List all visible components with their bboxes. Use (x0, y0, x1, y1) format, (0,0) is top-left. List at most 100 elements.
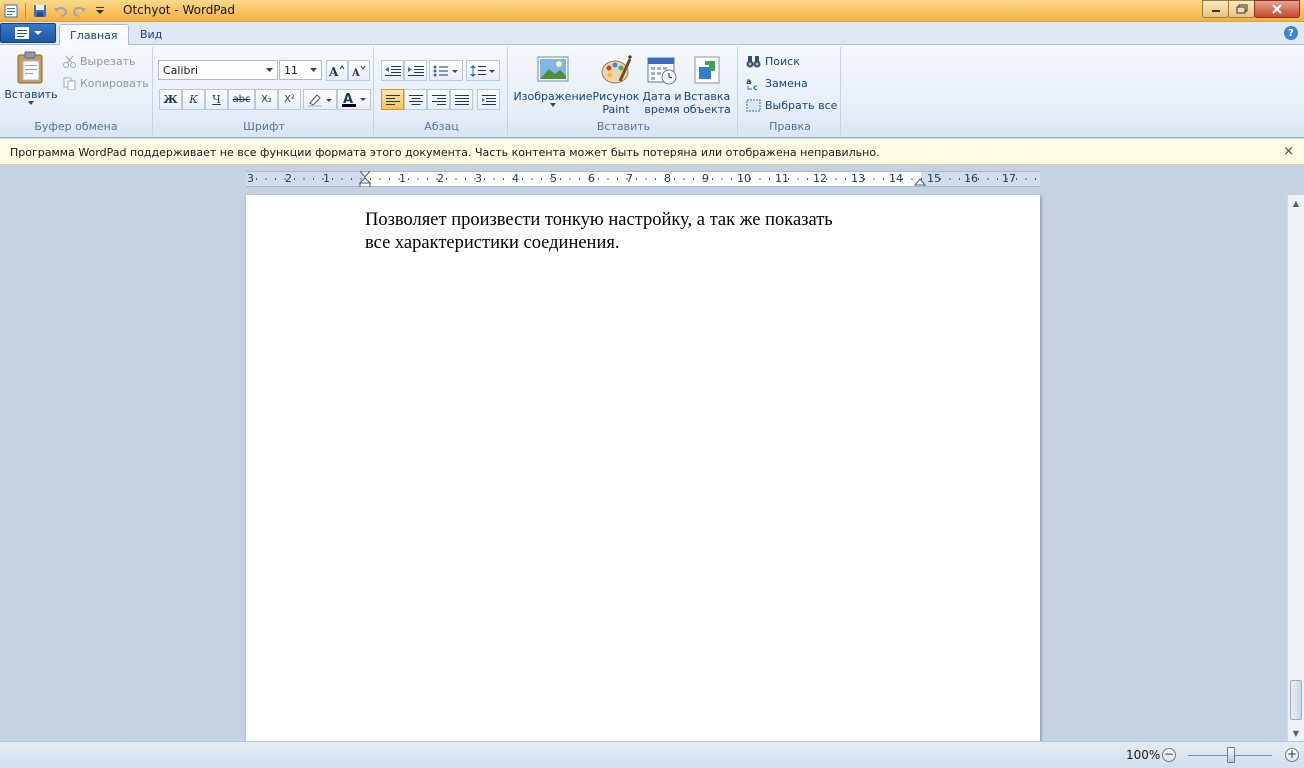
superscript-button[interactable]: X² (278, 89, 301, 110)
ruler[interactable]: 3 2 1 1 2 3 4 5 6 7 8 9 10 11 12 13 14 1… (246, 171, 1040, 187)
increase-indent-button[interactable] (404, 60, 427, 81)
zoom-slider-thumb[interactable] (1227, 747, 1235, 763)
scroll-down-icon[interactable]: ▼ (1288, 725, 1304, 741)
ruler-dot (1025, 178, 1027, 180)
tab-view[interactable]: Вид (130, 24, 172, 46)
ruler-dot (522, 178, 523, 180)
underline-button[interactable]: Ч (205, 89, 228, 110)
restore-icon (1236, 4, 1247, 14)
cut-button[interactable]: Вырезать (63, 55, 135, 68)
copy-button[interactable]: Копировать (63, 77, 149, 90)
clipboard-group: Вставить Вырезать Копировать Буфер обмен… (0, 47, 153, 135)
insert-picture-button[interactable]: Изображение (513, 55, 593, 107)
shrink-font-icon: A (351, 65, 366, 77)
ruler-label: 1 (323, 172, 330, 185)
bullets-button[interactable] (429, 60, 463, 81)
ruler-label: 17 (1002, 172, 1016, 185)
highlight-color-button[interactable] (303, 89, 337, 110)
ruler-dot (427, 178, 428, 180)
grow-font-button[interactable]: A (326, 60, 348, 81)
align-right-button[interactable] (427, 89, 450, 110)
italic-button[interactable]: К (182, 89, 205, 110)
align-left-button[interactable] (381, 89, 404, 110)
decrease-indent-button[interactable] (381, 60, 404, 81)
ruler-label: 10 (737, 172, 751, 185)
line-spacing-button[interactable] (466, 60, 500, 81)
ruler-dot (275, 178, 276, 180)
font-size-select[interactable]: 11 (279, 60, 322, 80)
undo-icon[interactable] (51, 2, 69, 20)
document-page[interactable]: Позволяет произвести тонкую настройку, а… (246, 195, 1040, 755)
insert-datetime-button[interactable]: Дата и время (640, 55, 684, 116)
ruler-label: 3 (475, 172, 482, 185)
ruler-label: 7 (626, 172, 633, 185)
ruler-dot (417, 178, 419, 180)
ruler-dot (256, 178, 257, 180)
infobar-close-icon[interactable]: × (1283, 144, 1294, 159)
help-icon[interactable]: ? (1284, 26, 1298, 40)
font-color-button[interactable]: A (337, 89, 371, 110)
zoom-out-button[interactable]: − (1162, 748, 1176, 762)
app-menu-button[interactable] (0, 23, 56, 43)
decrease-indent-icon (384, 65, 401, 76)
align-left-icon (385, 94, 400, 105)
compatibility-infobar: Программа WordPad поддерживает не все фу… (0, 139, 1304, 165)
find-label: Поиск (765, 55, 800, 68)
app-icon[interactable] (2, 2, 20, 20)
first-line-indent-marker-icon[interactable] (359, 171, 371, 187)
ribbon: Вставить Вырезать Копировать Буфер обмен… (0, 45, 1304, 138)
ruler-label: 13 (851, 172, 865, 185)
document-line: Позволяет произвести тонкую настройку, а… (365, 210, 833, 230)
strikethrough-button[interactable]: abc (228, 89, 255, 110)
customize-qat-icon[interactable] (91, 2, 109, 20)
tab-home[interactable]: Главная (59, 24, 129, 46)
zoom-in-button[interactable]: + (1285, 748, 1299, 762)
font-family-select[interactable]: Calibri (158, 60, 278, 80)
justify-button[interactable] (450, 89, 473, 110)
ruler-dot (351, 178, 352, 180)
minimize-button[interactable] (1202, 0, 1229, 18)
paint-drawing-button[interactable]: Рисунок Paint (593, 55, 639, 116)
document-text[interactable]: Позволяет произвести тонкую настройку, а… (365, 209, 925, 255)
calendar-clock-icon (647, 57, 677, 85)
ruler-dot (911, 178, 913, 180)
insert-object-button[interactable]: Вставка объекта (683, 55, 731, 116)
ruler-dot (883, 178, 884, 180)
ruler-label: 6 (588, 172, 595, 185)
ruler-dot (712, 178, 713, 180)
maximize-button[interactable] (1228, 0, 1255, 18)
find-button[interactable]: Поиск (746, 55, 800, 68)
ruler-dot (1035, 178, 1036, 180)
ruler-dot (655, 178, 656, 180)
save-icon[interactable] (31, 2, 49, 20)
replace-button[interactable]: ac Замена (746, 77, 808, 90)
justify-icon (454, 94, 469, 105)
paste-button[interactable]: Вставить (4, 51, 58, 105)
align-center-button[interactable] (404, 89, 427, 110)
ruler-dot (408, 178, 409, 180)
insert-object-label-line1: Вставка (683, 90, 731, 103)
ruler-dot (721, 178, 723, 180)
scroll-thumb[interactable] (1290, 680, 1302, 720)
paragraph-settings-button[interactable] (477, 89, 500, 110)
clipboard-group-label: Буфер обмена (34, 120, 118, 133)
subscript-button[interactable]: X₂ (255, 89, 278, 110)
scroll-up-icon[interactable]: ▲ (1288, 195, 1304, 211)
right-indent-marker-icon[interactable] (914, 178, 926, 186)
ruler-dot (303, 178, 305, 180)
bold-button[interactable]: Ж (159, 89, 182, 110)
paste-label: Вставить (4, 88, 58, 101)
select-all-button[interactable]: Выбрать все (746, 99, 837, 112)
ruler-dot (465, 178, 466, 180)
close-button[interactable] (1254, 0, 1300, 18)
font-color-icon: A (342, 92, 366, 107)
ruler-label: 16 (964, 172, 978, 185)
close-icon (1272, 4, 1282, 14)
shrink-font-button[interactable]: A (348, 60, 370, 81)
ruler-label: 2 (285, 172, 292, 185)
ruler-dot (835, 178, 837, 180)
redo-icon[interactable] (71, 2, 89, 20)
select-all-label: Выбрать все (765, 99, 838, 112)
ruler-label: 2 (437, 172, 444, 185)
vertical-scrollbar[interactable]: ▲ ▼ (1287, 195, 1304, 741)
